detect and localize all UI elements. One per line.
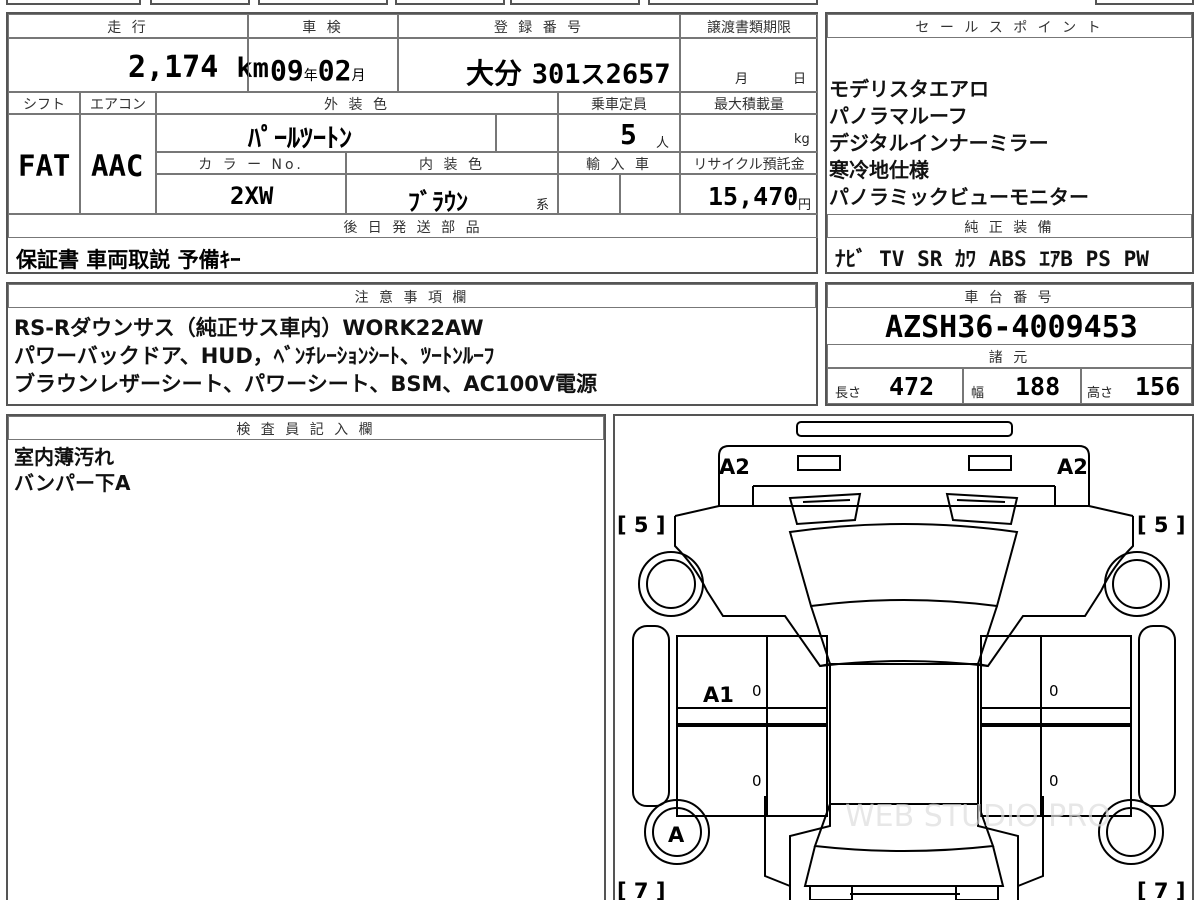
shift-value: FAT (18, 149, 71, 183)
width-value: 188 (1015, 372, 1061, 401)
inspector-line: バンパー下A (14, 471, 131, 495)
diagram-watermark: WEB STUDIO PRO (845, 799, 1111, 834)
equipment-label: 純 正 装 備 (964, 220, 1055, 236)
notes-line: ブラウンレザーシート、パワーシート、BSM、AC100V電源 (14, 372, 598, 396)
sales-points-list: モデリスタエアロ パノラマルーフ デジタルインナーミラー 寒冷地仕様 パノラミッ… (829, 76, 1089, 211)
chassis-panel: 車 台 番 号 AZSH36-4009453 諸 元 長さ 472 幅 188 … (825, 282, 1194, 406)
shaken-date: 09年02月 (270, 54, 366, 87)
inspector-panel: 検 査 員 記 入 欄 室内薄汚れ バンパー下A (6, 414, 606, 900)
notes-line: RS-Rダウンサス（純正サス車内）WORK22AW (14, 316, 484, 340)
max-load-label: 最大積載量 (714, 97, 784, 113)
diagram-tire-front-right: [ 5 ] (1137, 513, 1185, 537)
vehicle-info-table: 走 行 車 検 登 録 番 号 譲渡書類期限 2,174 km 09年02月 大… (6, 12, 818, 274)
specs-label: 諸 元 (988, 350, 1031, 366)
inspector-label: 検 査 員 記 入 欄 (236, 422, 376, 438)
sales-point-item: パノラミックビューモニター (829, 185, 1089, 209)
ac-label: エアコン (90, 97, 146, 113)
sales-point-item: デジタルインナーミラー (829, 131, 1049, 155)
max-load-unit: kg (794, 132, 810, 147)
diagram-tire-front-left: [ 5 ] (617, 513, 665, 537)
interior-color-suffix: 系 (536, 198, 550, 213)
diagram-zero: 0 (1049, 772, 1059, 790)
notes-panel: 注 意 事 項 欄 RS-Rダウンサス（純正サス車内）WORK22AW パワーバ… (6, 282, 818, 406)
recycle-unit: 円 (798, 198, 812, 213)
inspector-lines: 室内薄汚れ バンパー下A (14, 444, 130, 496)
chassis-value: AZSH36-4009453 (885, 310, 1138, 345)
notes-lines: RS-Rダウンサス（純正サス車内）WORK22AW パワーバックドア、HUD，ﾍ… (14, 314, 597, 398)
capacity-value: 5 (620, 118, 637, 151)
exterior-color-value: ﾊﾟｰﾙﾂｰﾄﾝ (248, 124, 353, 154)
color-no-label: カ ラ ー No. (198, 157, 304, 173)
inspector-line: 室内薄汚れ (14, 445, 114, 469)
length-value: 472 (889, 372, 935, 401)
diagram-zero: 0 (752, 772, 762, 790)
diagram-mark-a1: A1 (703, 683, 734, 707)
capacity-label: 乗車定員 (591, 97, 647, 113)
sales-points-panel: セ ー ル ス ポ イ ン ト モデリスタエアロ パノラマルーフ デジタルインナ… (825, 12, 1194, 274)
interior-color-label: 内 装 色 (419, 157, 485, 173)
later-parts-label: 後 日 発 送 部 品 (343, 220, 483, 236)
notes-line: パワーバックドア、HUD，ﾍﾞﾝﾁﾚｰｼｮﾝｼｰﾄ、ﾂｰﾄﾝﾙｰﾌ (14, 344, 495, 368)
diagram-mark-a: A (668, 823, 685, 847)
color-no-value: 2XW (230, 182, 274, 210)
interior-color-value: ﾌﾞﾗｳﾝ (408, 188, 468, 216)
shaken-label: 車 検 (302, 20, 344, 36)
later-parts-value: 保証書 車両取説 予備ｷｰ (16, 248, 241, 272)
recycle-value: 15,470 (708, 182, 799, 211)
transfer-label: 譲渡書類期限 (707, 20, 791, 36)
height-value: 156 (1135, 372, 1181, 401)
diagram-tire-rear-right: [ 7 ] (1137, 879, 1185, 900)
recycle-label: リサイクル預託金 (693, 157, 805, 173)
registration-number: 大分 301ス2657 (466, 57, 671, 90)
transfer-day: 日 (793, 72, 807, 87)
height-label: 高さ (1087, 386, 1114, 401)
width-label: 幅 (971, 386, 985, 401)
diagram-zero: 0 (1049, 682, 1059, 700)
diagram-tire-rear-left: [ 7 ] (617, 879, 665, 900)
sales-point-item: モデリスタエアロ (829, 77, 989, 101)
car-diagram: A2 A2 [ 5 ] [ 5 ] [ 7 ] [ 7 ] A1 A 0 0 0… (617, 421, 1185, 900)
mileage-label: 走 行 (107, 20, 149, 36)
sales-point-item: 寒冷地仕様 (829, 158, 929, 182)
transfer-month: 月 (735, 72, 749, 87)
diagram-mark-a2-right: A2 (1057, 455, 1088, 479)
top-strip (0, 0, 1200, 6)
equipment-list: ﾅﾋﾞ TV SR ｶﾜ ABS ｴｱB PS PW (835, 247, 1149, 271)
diagram-mark-a2-left: A2 (719, 455, 750, 479)
length-label: 長さ (835, 386, 862, 401)
notes-label: 注 意 事 項 欄 (354, 290, 470, 306)
car-diagram-panel: A2 A2 [ 5 ] [ 5 ] [ 7 ] [ 7 ] A1 A 0 0 0… (613, 414, 1194, 900)
chassis-label: 車 台 番 号 (964, 290, 1055, 306)
exterior-color-label: 外 装 色 (324, 97, 390, 113)
registration-label: 登 録 番 号 (493, 20, 585, 36)
ac-value: AAC (91, 149, 144, 183)
sales-points-label: セ ー ル ス ポ イ ン ト (915, 20, 1104, 36)
capacity-unit: 人 (656, 136, 670, 151)
import-label: 輸 入 車 (586, 157, 652, 173)
shift-label: シフト (23, 97, 65, 113)
sales-point-item: パノラマルーフ (829, 104, 968, 128)
diagram-zero: 0 (752, 682, 762, 700)
